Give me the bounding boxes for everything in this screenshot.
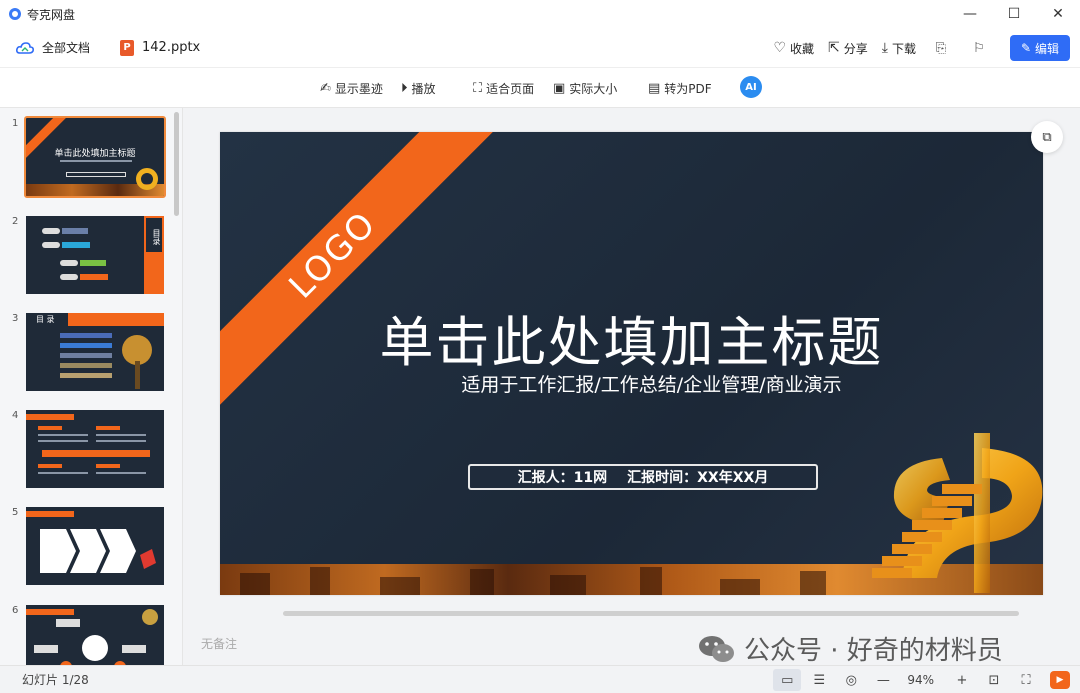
actual-size-label: 实际大小 [569,82,618,96]
feedback-icon[interactable]: ⚐ [966,35,992,61]
play-circle-icon: ⏵ [401,81,408,96]
zoom-in-icon[interactable]: + [948,669,976,691]
thumbnail-side-label: 目录 [146,218,162,252]
fit-page-label: 适合页面 [486,82,535,96]
thumbnail-title: 单击此处填加主标题 [54,149,136,159]
slide-logo-text: LOGO [281,203,385,307]
window-controls: — ☐ ✕ [948,0,1080,28]
slide-count: 幻灯片 1/28 [22,673,89,687]
wechat-icon [698,634,736,664]
slide-thumbnail-3[interactable]: 3 目 录 [0,313,175,393]
reporter-text: 汇报人：11网 [517,470,608,486]
thumbnail-image [26,507,164,585]
convert-pdf-button[interactable]: ▤ 转为PDF [648,80,712,97]
pptx-file-icon: P [120,39,135,56]
fit-page-button[interactable]: ⛶ 适合页面 [473,80,534,97]
slide-thumbnail-5[interactable]: 5 [0,507,175,587]
file-tab[interactable]: P 142.pptx [120,39,201,56]
thumbnail-number: 2 [12,216,19,227]
breadcrumb-label: 全部文档 [42,41,91,55]
slide-title: 单击此处填加主标题 [379,311,884,374]
fullscreen-icon[interactable]: ⛶ [1012,669,1040,691]
document-header: 全部文档 P 142.pptx ♡ 收藏 ⇱ 分享 ⤓ 下载 ⎘ ⚐ ✎ 编辑 [0,28,1080,68]
fit-page-icon: ⛶ [473,81,483,96]
app-title: 夸克网盘 [27,7,76,22]
slide-thumbnail-4[interactable]: 4 [0,410,175,490]
slideshow-play-icon[interactable]: ▶ [1050,671,1070,689]
favorite-label: 收藏 [790,41,815,56]
status-bar: 幻灯片 1/28 ▭ ☰ ◎ — 94% + ⊡ ⛶ ▶ [0,665,1080,693]
edit-label: 编辑 [1035,41,1060,56]
web-view-icon[interactable]: ◎ [837,669,865,691]
cloud-icon [16,41,34,55]
close-button[interactable]: ✕ [1036,0,1080,28]
watermark: 公众号 · 好奇的材料员 [698,630,1003,667]
thumbnail-header-label: 目 录 [26,313,68,326]
share-icon: ⇱ [828,40,840,56]
download-label: 下载 [891,41,916,56]
actual-size-button[interactable]: ▣ 实际大小 [553,80,617,97]
title-bar: 夸克网盘 — ☐ ✕ [0,0,1080,28]
slide-thumbnail-1[interactable]: 1 单击此处填加主标题 [0,116,175,198]
notes-view-icon[interactable]: ☰ [805,669,833,691]
convert-pdf-label: 转为PDF [664,82,712,96]
pdf-icon: ▤ [648,81,661,96]
slide-subtitle: 适用于工作汇报/工作总结/企业管理/商业演示 [461,374,842,396]
watermark-text: 公众号 · 好奇的材料员 [744,636,1003,666]
gold-dollar-stairs-image [872,433,1043,593]
slide-thumbnail-panel: 1 单击此处填加主标题 2 目录 3 目 录 4 5 6 [0,108,183,665]
canvas-horizontal-scrollbar[interactable] [283,611,1019,616]
thumbnail-image: 单击此处填加主标题 [24,116,166,198]
show-ink-label: 显示墨迹 [334,82,383,96]
thumbnail-image: 目 录 [26,313,164,391]
zoom-level: 94% [907,673,934,687]
normal-view-icon[interactable]: ▭ [773,669,802,691]
header-actions: ♡ 收藏 ⇱ 分享 ⤓ 下载 ⎘ ⚐ ✎ 编辑 [759,34,1070,62]
thumbnail-number: 6 [12,605,19,616]
actual-size-icon: ▣ [553,81,566,96]
minimize-button[interactable]: — [948,0,992,28]
report-time-text: 汇报时间：XX年XX月 [627,470,769,486]
save-to-device-icon[interactable]: ⎘ [928,35,954,61]
thumbnail-image [26,605,164,665]
thumbnail-scrollbar[interactable] [174,112,179,216]
ink-icon: ✍ [320,81,331,96]
slide-thumbnail-2[interactable]: 2 目录 [0,216,175,296]
breadcrumb-all-docs[interactable]: 全部文档 [16,39,90,56]
slide-thumbnail-6[interactable]: 6 [0,605,175,665]
maximize-button[interactable]: ☐ [992,0,1036,28]
play-label: 播放 [411,82,436,96]
current-slide: LOGO 单击此处填加主标题 适用于工作汇报/工作总结/企业管理/商业演示 汇报… [220,132,1043,595]
thumbnail-number: 1 [12,118,19,129]
thumbnail-number: 3 [12,313,19,324]
app-logo-icon [9,8,21,20]
edit-button[interactable]: ✎ 编辑 [1010,35,1070,61]
viewer-toolbar: ✍ 显示墨迹 ⏵ 播放 ⛶ 适合页面 ▣ 实际大小 ▤ 转为PDF [0,68,1080,108]
thumbnail-number: 5 [12,507,19,518]
play-button[interactable]: ⏵ 播放 [401,80,436,97]
download-icon: ⤓ [881,40,888,56]
heart-icon: ♡ [773,40,787,56]
share-label: 分享 [843,41,868,56]
share-button[interactable]: ⇱ 分享 [828,40,868,57]
thumbnail-image: 目录 [26,216,164,294]
favorite-button[interactable]: ♡ 收藏 [773,40,814,57]
reporter-box: 汇报人：11网 汇报时间：XX年XX月 [468,464,818,490]
file-name: 142.pptx [142,40,201,55]
show-ink-button[interactable]: ✍ 显示墨迹 [320,80,383,97]
pen-icon: ✎ [1020,41,1032,55]
ai-assistant-button[interactable]: AI [740,76,762,98]
fit-window-icon[interactable]: ⊡ [980,669,1008,691]
thumbnail-image [26,410,164,488]
status-bar-controls: ▭ ☰ ◎ — 94% + ⊡ ⛶ ▶ [769,666,1070,693]
thumbnail-number: 4 [12,410,19,421]
download-button[interactable]: ⤓ 下载 [882,40,916,57]
zoom-out-icon[interactable]: — [869,669,897,691]
slide-view-mode-button[interactable]: ⧉ [1031,121,1063,153]
slide-notes: 无备注 [201,637,238,651]
